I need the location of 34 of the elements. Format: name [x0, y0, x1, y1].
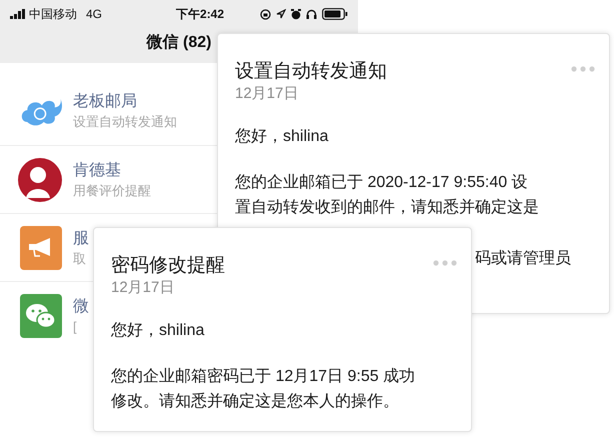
greeting-text: 您好，shilina: [235, 127, 328, 147]
network-label: 4G: [86, 6, 102, 23]
card-date: 12月17日: [235, 84, 298, 104]
message-line: 置自动转发收到的邮件，请知悉并确定这是: [235, 198, 539, 218]
message-line: 修改。请知悉并确定这是您本人的操作。: [111, 392, 399, 412]
headphones-icon: [306, 9, 317, 19]
message-line: 您的企业邮箱已于 2020-12-17 9:55:40 设: [235, 172, 528, 193]
chat-name[interactable]: 服: [73, 228, 89, 250]
chat-preview: 设置自动转发通知: [73, 113, 177, 131]
more-icon[interactable]: [433, 260, 457, 266]
chat-name[interactable]: 微: [73, 296, 89, 318]
chat-preview: [: [73, 318, 77, 336]
chat-preview: 用餐评价提醒: [73, 182, 151, 200]
clock-time: 下午2:42: [176, 6, 224, 23]
carrier-label: 中国移动: [29, 6, 77, 23]
avatar-icon: [18, 158, 62, 202]
chat-name[interactable]: 肯德基: [73, 160, 121, 182]
card-title: 设置自动转发通知: [235, 60, 387, 84]
card-title: 密码修改提醒: [111, 254, 225, 278]
alarm-icon: [291, 8, 301, 20]
card-date: 12月17日: [111, 278, 174, 298]
chat-bubbles-icon: [20, 294, 62, 338]
location-icon: [276, 9, 286, 19]
chat-name[interactable]: 老板邮局: [73, 91, 137, 113]
chat-preview: 取: [73, 250, 86, 268]
message-line: 您的企业邮箱密码已于 12月17日 9:55 成功: [111, 366, 416, 387]
rotation-lock-icon: [260, 8, 271, 20]
header-title: 微信 (82): [146, 32, 212, 53]
more-icon[interactable]: [571, 66, 595, 72]
message-fragment: 码或请管理员: [475, 248, 571, 269]
battery-icon: [322, 8, 348, 20]
megaphone-icon: [20, 226, 62, 270]
signal-icon: [10, 9, 26, 19]
greeting-text: 您好，shilina: [111, 321, 204, 341]
